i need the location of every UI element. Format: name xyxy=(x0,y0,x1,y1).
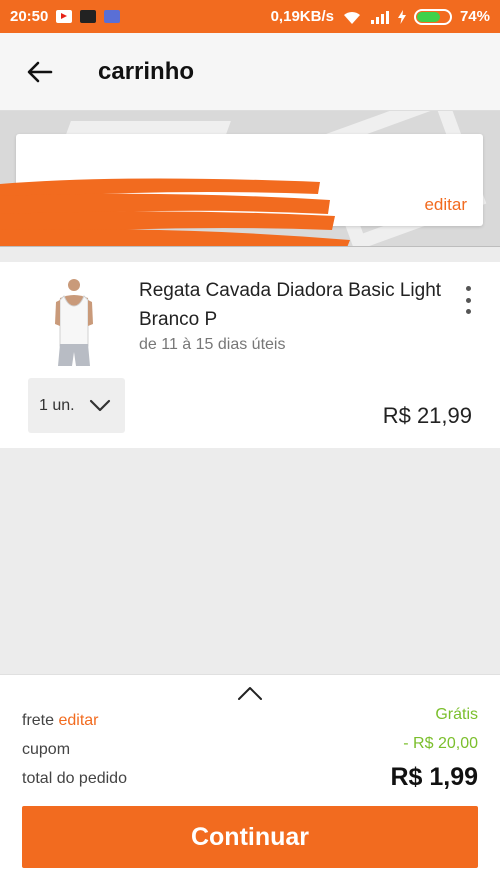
battery-percent: 74% xyxy=(459,8,490,25)
more-vert-icon xyxy=(465,309,471,314)
redacted-address-scribble xyxy=(0,178,350,247)
quantity-value: 1 un. xyxy=(39,396,75,414)
photo-notification-icon xyxy=(104,10,121,23)
item-price: R$ 21,99 xyxy=(382,403,472,428)
quantity-select[interactable]: 1 un. xyxy=(28,378,125,433)
delivery-estimate: de 11 à 15 dias úteis xyxy=(139,336,286,353)
status-bar: 20:50 0,19KB/s 74% xyxy=(0,0,500,33)
divider xyxy=(0,246,500,247)
status-time: 20:50 xyxy=(10,8,49,25)
cart-item: Regata Cavada Diadora Basic Light Branco… xyxy=(0,262,500,448)
battery-icon xyxy=(413,8,452,25)
signal-icon xyxy=(370,10,389,24)
net-speed: 0,19KB/s xyxy=(270,8,334,25)
battery-level xyxy=(416,11,441,22)
frete-value: Grátis xyxy=(435,706,478,723)
arrow-left-icon xyxy=(27,61,53,82)
wifi-icon xyxy=(343,11,360,24)
product-name[interactable]: Regata Cavada Diadora Basic Light Branco… xyxy=(139,276,449,334)
app-notification-icon xyxy=(80,10,97,23)
edit-address-link[interactable]: editar xyxy=(424,195,467,215)
total-label: total do pedido xyxy=(22,770,127,787)
youtube-notification-icon xyxy=(56,10,73,23)
continue-button[interactable]: Continuar xyxy=(22,806,478,868)
edit-frete-link[interactable]: editar xyxy=(58,712,98,729)
chevron-down-icon xyxy=(89,399,110,411)
address-banner: editar xyxy=(0,111,500,247)
more-vert-icon xyxy=(465,297,471,303)
total-value: R$ 1,99 xyxy=(390,763,478,791)
page-title: carrinho xyxy=(98,57,195,85)
order-summary: frete editar Grátis cupom - R$ 20,00 tot… xyxy=(0,674,500,889)
product-image[interactable] xyxy=(46,276,102,366)
frete-label: frete xyxy=(22,712,55,729)
more-options-button[interactable] xyxy=(458,286,478,314)
more-vert-icon xyxy=(465,286,471,291)
frete-row: frete editar xyxy=(22,712,99,730)
charging-icon xyxy=(397,9,406,24)
app-bar: carrinho xyxy=(0,33,500,111)
chevron-up-icon[interactable] xyxy=(237,685,263,701)
cupom-value: - R$ 20,00 xyxy=(403,735,478,752)
cupom-label: cupom xyxy=(22,741,71,758)
address-card[interactable]: editar xyxy=(0,134,483,247)
back-button[interactable] xyxy=(20,52,60,92)
